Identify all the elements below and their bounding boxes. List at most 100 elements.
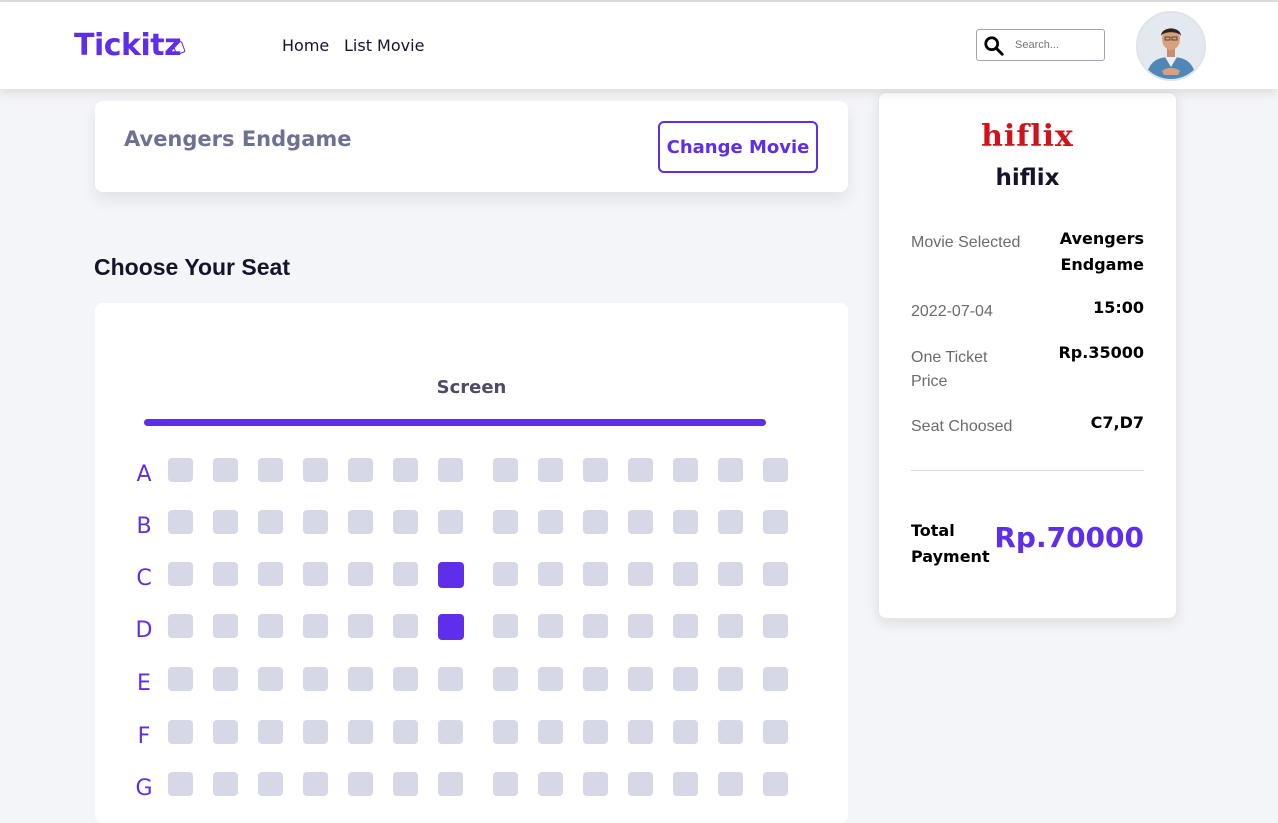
seat-a3[interactable] [258, 458, 283, 482]
seat-f10[interactable] [583, 720, 608, 744]
seat-c14[interactable] [763, 562, 788, 586]
seat-g1[interactable] [168, 772, 193, 796]
seat-d2[interactable] [213, 614, 238, 638]
seat-c5[interactable] [348, 562, 373, 586]
seat-c13[interactable] [718, 562, 743, 586]
seat-b4[interactable] [303, 510, 328, 534]
seat-c3[interactable] [258, 562, 283, 586]
seat-b5[interactable] [348, 510, 373, 534]
seat-b9[interactable] [538, 510, 563, 534]
seat-a1[interactable] [168, 458, 193, 482]
seat-g3[interactable] [258, 772, 283, 796]
seat-f5[interactable] [348, 720, 373, 744]
seat-d12[interactable] [673, 614, 698, 638]
seat-b6[interactable] [393, 510, 418, 534]
seat-c9[interactable] [538, 562, 563, 586]
seat-c1[interactable] [168, 562, 193, 586]
seat-a6[interactable] [393, 458, 418, 482]
seat-f14[interactable] [763, 720, 788, 744]
seat-g8[interactable] [493, 772, 518, 796]
search-box[interactable] [976, 29, 1105, 61]
seat-a5[interactable] [348, 458, 373, 482]
seat-d9[interactable] [538, 614, 563, 638]
change-movie-button[interactable]: Change Movie [658, 121, 818, 173]
seat-b11[interactable] [628, 510, 653, 534]
seat-d4[interactable] [303, 614, 328, 638]
seat-d13[interactable] [718, 614, 743, 638]
seat-g7[interactable] [438, 772, 463, 796]
seat-b3[interactable] [258, 510, 283, 534]
seat-g11[interactable] [628, 772, 653, 796]
seat-d10[interactable] [583, 614, 608, 638]
seat-e5[interactable] [348, 667, 373, 691]
seat-b14[interactable] [763, 510, 788, 534]
seat-f11[interactable] [628, 720, 653, 744]
seat-c11[interactable] [628, 562, 653, 586]
seat-b7[interactable] [438, 510, 463, 534]
seat-e14[interactable] [763, 667, 788, 691]
seat-d14[interactable] [763, 614, 788, 638]
search-icon[interactable] [983, 35, 1005, 57]
seat-e6[interactable] [393, 667, 418, 691]
seat-d11[interactable] [628, 614, 653, 638]
seat-a9[interactable] [538, 458, 563, 482]
seat-e10[interactable] [583, 667, 608, 691]
seat-b10[interactable] [583, 510, 608, 534]
nav-list-movie[interactable]: List Movie [344, 36, 424, 55]
seat-f1[interactable] [168, 720, 193, 744]
seat-e12[interactable] [673, 667, 698, 691]
seat-e8[interactable] [493, 667, 518, 691]
seat-g12[interactable] [673, 772, 698, 796]
nav-home[interactable]: Home [282, 36, 329, 55]
seat-g4[interactable] [303, 772, 328, 796]
seat-g14[interactable] [763, 772, 788, 796]
seat-f7[interactable] [438, 720, 463, 744]
search-input[interactable] [1015, 35, 1099, 55]
seat-a12[interactable] [673, 458, 698, 482]
seat-e1[interactable] [168, 667, 193, 691]
seat-g10[interactable] [583, 772, 608, 796]
seat-f13[interactable] [718, 720, 743, 744]
seat-f3[interactable] [258, 720, 283, 744]
seat-g2[interactable] [213, 772, 238, 796]
seat-g6[interactable] [393, 772, 418, 796]
seat-a7[interactable] [438, 458, 463, 482]
seat-f4[interactable] [303, 720, 328, 744]
seat-d8[interactable] [493, 614, 518, 638]
seat-f12[interactable] [673, 720, 698, 744]
seat-d1[interactable] [168, 614, 193, 638]
seat-f9[interactable] [538, 720, 563, 744]
seat-a14[interactable] [763, 458, 788, 482]
seat-e9[interactable] [538, 667, 563, 691]
seat-c2[interactable] [213, 562, 238, 586]
seat-d7[interactable] [438, 614, 464, 640]
seat-a2[interactable] [213, 458, 238, 482]
seat-a11[interactable] [628, 458, 653, 482]
seat-f6[interactable] [393, 720, 418, 744]
seat-c10[interactable] [583, 562, 608, 586]
logo[interactable]: Tickitz [74, 28, 182, 63]
seat-a4[interactable] [303, 458, 328, 482]
seat-d6[interactable] [393, 614, 418, 638]
seat-f8[interactable] [493, 720, 518, 744]
seat-e13[interactable] [718, 667, 743, 691]
seat-c7[interactable] [438, 562, 464, 588]
seat-g9[interactable] [538, 772, 563, 796]
seat-d5[interactable] [348, 614, 373, 638]
seat-c8[interactable] [493, 562, 518, 586]
seat-b13[interactable] [718, 510, 743, 534]
seat-e2[interactable] [213, 667, 238, 691]
avatar[interactable] [1136, 11, 1206, 81]
seat-a8[interactable] [493, 458, 518, 482]
seat-e7[interactable] [438, 667, 463, 691]
seat-a10[interactable] [583, 458, 608, 482]
seat-c12[interactable] [673, 562, 698, 586]
seat-e4[interactable] [303, 667, 328, 691]
seat-g13[interactable] [718, 772, 743, 796]
seat-b8[interactable] [493, 510, 518, 534]
seat-d3[interactable] [258, 614, 283, 638]
seat-e11[interactable] [628, 667, 653, 691]
seat-c6[interactable] [393, 562, 418, 586]
seat-b12[interactable] [673, 510, 698, 534]
seat-b1[interactable] [168, 510, 193, 534]
